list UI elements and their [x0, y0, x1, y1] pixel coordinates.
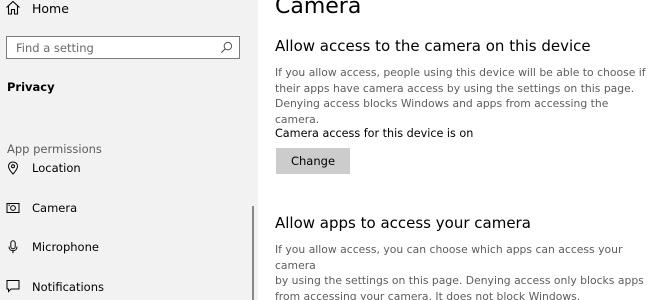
privacy-heading: Privacy [7, 80, 55, 94]
sidebar-item-label: Microphone [32, 240, 99, 254]
sidebar-item-label: Camera [32, 201, 78, 215]
sidebar-scrollbar[interactable] [252, 206, 254, 300]
camera-icon [6, 203, 20, 213]
search-icon[interactable] [220, 41, 233, 54]
change-button[interactable]: Change [276, 148, 350, 174]
location-icon [7, 161, 19, 175]
description-line: If you allow access, people using this d… [275, 66, 646, 79]
app-permissions-list: Location Camera Microphone Notifications [0, 150, 258, 300]
device-access-heading: Allow access to the camera on this devic… [275, 37, 591, 55]
sidebar-item-label: Notifications [32, 280, 104, 294]
microphone-icon [8, 240, 18, 254]
home-label: Home [32, 1, 69, 16]
page-title: Camera [275, 0, 362, 19]
description-line: from accessing your camera. It does not … [275, 289, 581, 300]
home-nav-item[interactable]: Home [0, 0, 258, 20]
apps-access-heading: Allow apps to access your camera [275, 214, 531, 232]
device-access-description: If you allow access, people using this d… [275, 65, 655, 127]
apps-access-description: If you allow access, you can choose whic… [275, 242, 655, 300]
description-line: their apps have camera access by using t… [275, 81, 635, 95]
search-placeholder: Find a setting [16, 41, 94, 55]
app-permissions-heading: App permissions [7, 142, 102, 156]
sidebar-item-notifications[interactable]: Notifications [0, 271, 258, 300]
sidebar: Home Find a setting Privacy Location Cam… [0, 0, 258, 300]
description-line: by using the settings on this page. Deny… [275, 274, 644, 287]
sidebar-item-label: Location [32, 161, 81, 175]
sidebar-item-location[interactable]: Location [0, 157, 258, 187]
search-input[interactable]: Find a setting [6, 36, 240, 59]
sidebar-item-camera[interactable]: Camera [0, 192, 258, 222]
main-content: Camera Allow access to the camera on thi… [258, 0, 660, 300]
notifications-icon [6, 280, 20, 293]
description-line: Denying access blocks Windows and apps f… [275, 97, 609, 126]
sidebar-item-microphone[interactable]: Microphone [0, 231, 258, 261]
device-access-status: Camera access for this device is on [275, 127, 474, 140]
home-icon [6, 0, 20, 15]
description-line: If you allow access, you can choose whic… [275, 243, 623, 272]
